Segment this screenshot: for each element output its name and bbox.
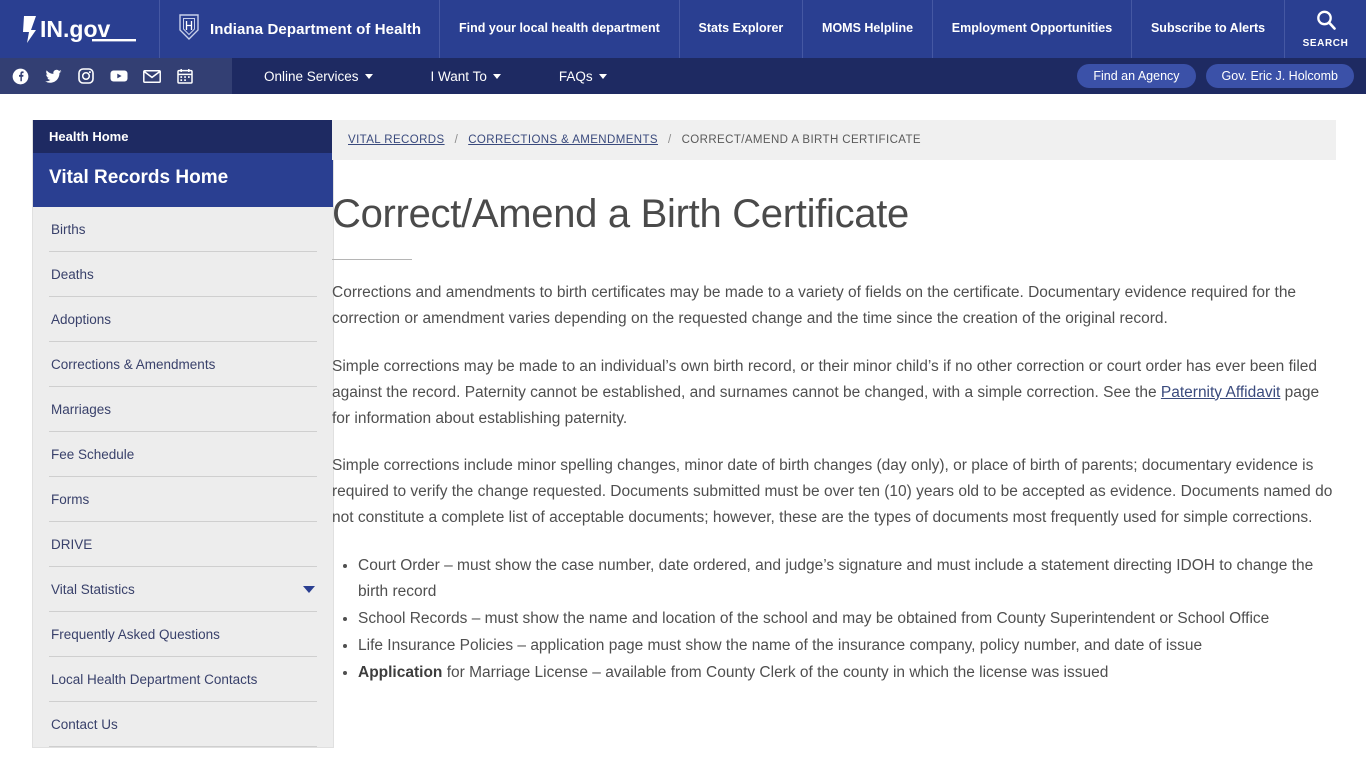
sidebar-nav-box: Health Home Vital Records Home Births De… — [32, 120, 334, 748]
agency-home-link[interactable]: Indiana Department of Health — [160, 0, 441, 58]
sidebar-item-label: Marriages — [51, 402, 112, 417]
page-body: Health Home Vital Records Home Births De… — [0, 94, 1366, 768]
sidebar-item-marriages[interactable]: Marriages — [49, 387, 317, 432]
header-nav-subscribe-to-alerts[interactable]: Subscribe to Alerts — [1132, 0, 1285, 58]
nav-label: Stats Explorer — [698, 21, 784, 36]
breadcrumb-separator: / — [667, 134, 672, 146]
search-button[interactable]: SEARCH — [1285, 0, 1366, 58]
sidebar-item-contact-us[interactable]: Contact Us — [49, 702, 317, 747]
secondary-nav: Online Services I Want To FAQs — [232, 58, 1077, 94]
email-icon[interactable] — [142, 66, 162, 86]
sidebar-item-forms[interactable]: Forms — [49, 477, 317, 522]
menu-faqs[interactable]: FAQs — [559, 69, 607, 84]
header-nav-find-local-health-department[interactable]: Find your local health department — [440, 0, 680, 58]
sidebar-item-label: Births — [51, 222, 86, 237]
menu-label: I Want To — [430, 68, 487, 84]
breadcrumb-item-corrections-amendments[interactable]: CORRECTIONS & AMENDMENTS — [468, 134, 658, 146]
menu-label: FAQs — [558, 68, 593, 84]
sidebar-item-adoptions[interactable]: Adoptions — [49, 297, 317, 342]
header-nav-employment-opportunities[interactable]: Employment Opportunities — [933, 0, 1133, 58]
facebook-icon[interactable] — [10, 66, 30, 86]
find-an-agency-button[interactable]: Find an Agency — [1077, 64, 1196, 88]
sidebar-item-label: DRIVE — [51, 537, 93, 552]
menu-label: Online Services — [264, 68, 359, 84]
sidebar-link-list: Births Deaths Adoptions Corrections & Am… — [33, 207, 333, 747]
nav-label: Subscribe to Alerts — [1150, 21, 1266, 36]
list-item-text: School Records – must show the name and … — [358, 609, 1270, 627]
instagram-icon[interactable] — [76, 66, 96, 86]
nav-label: Find your local health department — [459, 21, 660, 36]
chevron-down-icon — [364, 73, 373, 79]
sidebar-item-label: Contact Us — [51, 717, 118, 732]
sidebar-item-vital-records-home[interactable]: Vital Records Home — [33, 153, 333, 207]
list-item: Application for Marriage License – avail… — [358, 660, 1336, 686]
sidebar-item-health-home[interactable]: Health Home — [33, 120, 333, 153]
primary-header: IN.gov Indiana Department of Health Find… — [0, 0, 1366, 58]
governor-button[interactable]: Gov. Eric J. Holcomb — [1205, 64, 1354, 88]
paragraph-3: Simple corrections include minor spellin… — [332, 457, 1333, 527]
agency-name: Indiana Department of Health — [210, 20, 422, 38]
sidebar-item-fee-schedule[interactable]: Fee Schedule — [49, 432, 317, 477]
sidebar-item-label: Forms — [51, 492, 90, 507]
social-links — [0, 58, 232, 94]
breadcrumb-item-vital-records[interactable]: VITAL RECORDS — [348, 134, 445, 146]
sidebar-item-deaths[interactable]: Deaths — [49, 252, 317, 297]
header-nav-moms-helpline[interactable]: MOMS Helpline — [803, 0, 933, 58]
header-nav-stats-explorer[interactable]: Stats Explorer — [680, 0, 804, 58]
list-item: Court Order – must show the case number,… — [358, 553, 1336, 605]
ingov-logo-link[interactable]: IN.gov — [0, 0, 160, 58]
secondary-bar: Online Services I Want To FAQs Find an A… — [0, 58, 1366, 94]
search-label: SEARCH — [1302, 38, 1349, 49]
sidebar-item-frequently-asked-questions[interactable]: Frequently Asked Questions — [49, 612, 317, 657]
search-icon — [1315, 9, 1337, 36]
article-body: Corrections and amendments to birth cert… — [332, 260, 1336, 685]
sidebar-item-label: Fee Schedule — [51, 447, 135, 462]
main-content: VITAL RECORDS / CORRECTIONS & AMENDMENTS… — [300, 94, 1366, 768]
nav-label: MOMS Helpline — [822, 21, 914, 36]
sidebar-item-label: Corrections & Amendments — [51, 357, 216, 372]
calendar-icon[interactable] — [175, 66, 195, 86]
nav-label: Employment Opportunities — [951, 21, 1113, 36]
sidebar-item-vital-statistics[interactable]: Vital Statistics — [49, 567, 317, 612]
document-types-list: Court Order – must show the case number,… — [332, 553, 1336, 685]
indiana-state-outline-icon — [22, 16, 36, 43]
sidebar-item-label: Local Health Department Contacts — [51, 672, 258, 687]
svg-text:IN.gov: IN.gov — [40, 16, 110, 42]
list-item: Life Insurance Policies – application pa… — [358, 633, 1336, 659]
sidebar-item-local-health-department-contacts[interactable]: Local Health Department Contacts — [49, 657, 317, 702]
list-item-text: for Marriage License – available from Co… — [442, 663, 1109, 681]
menu-i-want-to[interactable]: I Want To — [431, 69, 501, 84]
twitter-icon[interactable] — [43, 66, 63, 86]
paragraph-1: Corrections and amendments to birth cert… — [332, 284, 1297, 327]
sidebar-item-label: Vital Statistics — [51, 582, 135, 597]
ingov-logo: IN.gov — [18, 14, 142, 44]
paragraph-2: Simple corrections may be made to an ind… — [332, 354, 1336, 432]
sidebar-item-corrections-amendments[interactable]: Corrections & Amendments — [49, 342, 317, 387]
breadcrumb-separator: / — [454, 134, 459, 146]
chevron-down-icon — [492, 73, 501, 79]
breadcrumb: VITAL RECORDS / CORRECTIONS & AMENDMENTS… — [332, 120, 1336, 160]
youtube-icon[interactable] — [109, 66, 129, 86]
sidebar: Health Home Vital Records Home Births De… — [0, 94, 334, 768]
list-item-text: Life Insurance Policies – application pa… — [358, 636, 1203, 654]
page-title: Correct/Amend a Birth Certificate — [332, 192, 909, 236]
list-item-text: Court Order – must show the case number,… — [358, 557, 1314, 600]
chevron-down-icon — [598, 73, 607, 79]
sidebar-item-label: Deaths — [51, 267, 94, 282]
sidebar-item-drive[interactable]: DRIVE — [49, 522, 317, 567]
sidebar-item-label: Frequently Asked Questions — [51, 627, 220, 642]
list-item: School Records – must show the name and … — [358, 606, 1336, 632]
paternity-affidavit-link[interactable]: Paternity Affidavit — [1161, 384, 1280, 401]
breadcrumb-item-current: CORRECT/AMEND A BIRTH CERTIFICATE — [681, 134, 921, 146]
idoh-shield-icon — [178, 13, 200, 46]
sidebar-item-label: Adoptions — [51, 312, 112, 327]
list-item-bold-lead: Application — [358, 663, 443, 681]
sidebar-item-births[interactable]: Births — [49, 207, 317, 252]
secondary-bar-buttons: Find an Agency Gov. Eric J. Holcomb — [1077, 58, 1366, 94]
menu-online-services[interactable]: Online Services — [264, 69, 373, 84]
